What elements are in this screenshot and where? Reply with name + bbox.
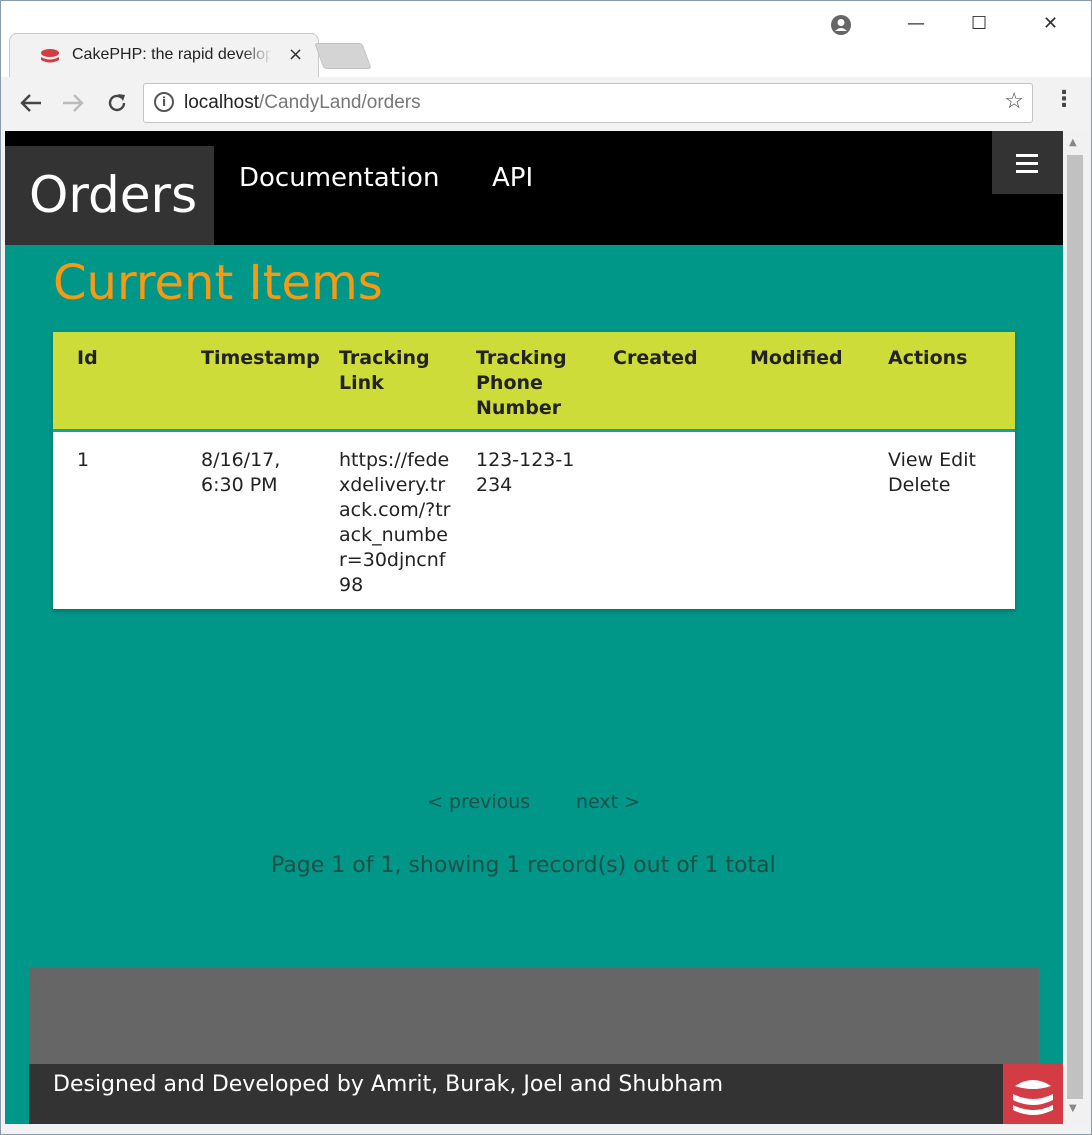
pagination-counter: Page 1 of 1, showing 1 record(s) out of … [271,853,776,878]
back-arrow-icon[interactable] [19,93,43,113]
nav-link-api[interactable]: API [492,163,533,193]
footer-credit: Designed and Developed by Amrit, Burak, … [53,1072,724,1097]
column-header-tracking-link[interactable]: Tracking Link [339,346,451,396]
column-header-created[interactable]: Created [613,346,725,371]
scroll-up-icon[interactable]: ▲ [1069,137,1077,148]
reload-icon[interactable] [105,91,129,115]
view-link[interactable]: View [888,449,933,471]
cell-actions: View Edit Delete [888,448,1006,498]
footer: Designed and Developed by Amrit, Burak, … [29,1064,1063,1124]
forward-arrow-icon[interactable] [61,93,85,113]
column-header-modified: Modified [750,347,843,369]
address-bar[interactable]: i localhost/CandyLand/orders ☆ [143,83,1033,123]
column-header-id[interactable]: Id [77,346,187,371]
maximize-button[interactable]: ☐ [971,13,987,34]
table-header-row: Id Timestamp Tracking Link Tracking Phon… [53,332,1015,432]
tab-close-icon[interactable]: × [288,44,303,65]
browser-tab[interactable]: CakePHP: the rapid development php frame… [9,33,319,77]
url-text[interactable]: localhost/CandyLand/orders [184,92,421,114]
title-bar: CakePHP: the rapid development php frame… [1,1,1091,77]
info-icon[interactable]: i [154,92,174,112]
pagination-next[interactable]: next > [576,791,640,813]
cell-timestamp: 8/16/17, 6:30 PM [201,449,281,496]
scrollbar-thumb[interactable] [1067,155,1083,1099]
close-window-button[interactable]: ✕ [1043,13,1058,34]
cell-tracking-link: https://fedexdelivery.track.com/?track_n… [339,449,451,596]
cakephp-logo-icon[interactable] [1003,1064,1063,1124]
cakephp-favicon-icon [41,49,59,63]
account-icon[interactable] [831,15,851,35]
bookmark-star-icon[interactable]: ☆ [1004,89,1024,114]
browser-window: CakePHP: the rapid development php frame… [0,0,1092,1135]
hamburger-menu-icon[interactable] [992,131,1063,194]
pagination-previous[interactable]: < previous [427,791,530,813]
top-navigation-bar: Orders Documentation API [5,131,1063,245]
browser-menu-icon[interactable]: ⋮ [1053,87,1075,112]
orders-table: Id Timestamp Tracking Link Tracking Phon… [53,332,1015,609]
column-header-timestamp[interactable]: Timestamp [201,346,327,371]
cell-tracking-phone: 123-123-1234 [476,449,575,496]
scroll-down-icon[interactable]: ▼ [1069,1103,1077,1114]
column-header-tracking-phone[interactable]: Tracking Phone Number [476,346,588,421]
nav-link-documentation[interactable]: Documentation [239,163,439,193]
minimize-button[interactable]: — [907,13,925,34]
section-title: Current Items [53,255,383,311]
page-title: Orders [29,166,198,224]
browser-toolbar: i localhost/CandyLand/orders ☆ ⋮ [1,77,1091,131]
vertical-scrollbar[interactable]: ▲ ▼ [1063,131,1087,1124]
delete-link[interactable]: Delete [888,474,950,496]
new-tab-button[interactable] [314,43,372,69]
column-header-actions: Actions [888,347,968,369]
page-viewport: Orders Documentation API Current Items I… [5,131,1063,1124]
tab-title: CakePHP: the rapid development php frame… [72,46,272,63]
footer-spacer [29,968,1039,1064]
brand-block: Orders [5,146,214,245]
edit-link[interactable]: Edit [939,449,976,471]
cell-id: 1 [77,449,90,471]
